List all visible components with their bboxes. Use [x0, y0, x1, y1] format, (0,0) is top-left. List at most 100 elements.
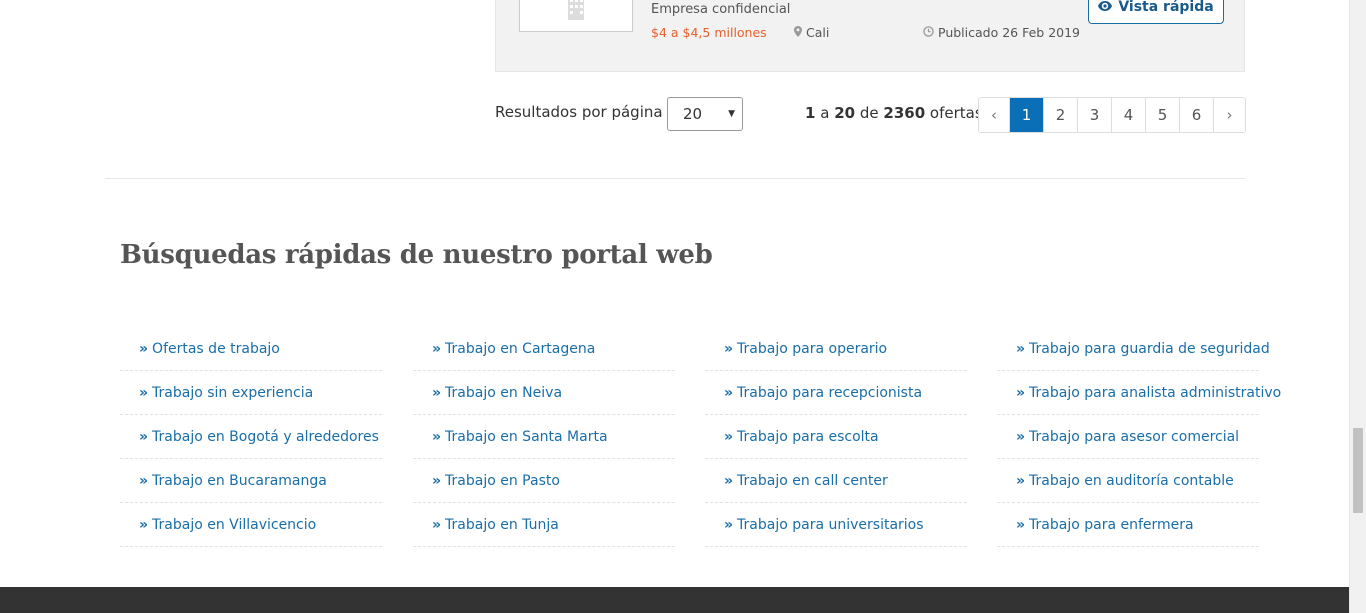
- quick-link[interactable]: » Trabajo para guardia de seguridad: [997, 327, 1270, 371]
- raquo-icon: »: [432, 516, 442, 533]
- quick-link-label: Trabajo para guardia de seguridad: [1029, 340, 1270, 357]
- location-label: Cali: [806, 25, 830, 40]
- per-page-label: Resultados por página: [495, 103, 663, 121]
- quick-link-label: Trabajo para enfermera: [1029, 516, 1194, 533]
- page-4-button[interactable]: 4: [1112, 98, 1146, 132]
- quick-link-label: Trabajo sin experiencia: [152, 384, 314, 401]
- caret-down-icon: ▼: [728, 109, 735, 119]
- quick-link[interactable]: » Trabajo sin experiencia: [120, 371, 382, 415]
- quick-link[interactable]: » Trabajo en Bucaramanga: [120, 459, 382, 503]
- building-icon: [560, 0, 592, 24]
- per-page-value: 20: [683, 105, 703, 123]
- page-3-button[interactable]: 3: [1078, 98, 1112, 132]
- scrollbar-thumb[interactable]: [1353, 428, 1363, 513]
- page-6-button[interactable]: 6: [1180, 98, 1214, 132]
- published-label: Publicado 26 Feb 2019: [938, 25, 1081, 40]
- raquo-icon: »: [1016, 428, 1026, 445]
- quick-link-label: Trabajo para escolta: [737, 428, 879, 445]
- quick-link[interactable]: » Trabajo para operario: [705, 327, 967, 371]
- job-card[interactable]: Empresa confidencial $4 a $4,5 millones …: [495, 0, 1245, 72]
- page-5-button[interactable]: 5: [1146, 98, 1180, 132]
- quick-link[interactable]: » Trabajo en Pasto: [413, 459, 675, 503]
- raquo-icon: »: [724, 384, 734, 401]
- prev-page-button[interactable]: ‹: [979, 98, 1010, 132]
- page-2-button[interactable]: 2: [1044, 98, 1078, 132]
- quick-links-column-2: » Trabajo en Cartagena » Trabajo en Neiva …: [413, 327, 675, 547]
- company-name: Empresa confidencial: [651, 2, 791, 17]
- quick-link-label: Trabajo en Tunja: [445, 516, 559, 533]
- raquo-icon: »: [724, 516, 734, 533]
- raquo-icon: »: [1016, 472, 1026, 489]
- raquo-icon: »: [1016, 516, 1026, 533]
- results-unit: ofertas: [929, 104, 983, 122]
- raquo-icon: »: [139, 428, 149, 445]
- quick-link[interactable]: » Ofertas de trabajo: [120, 327, 382, 371]
- quick-link-label: Trabajo para operario: [737, 340, 888, 357]
- quick-view-button[interactable]: Vista rápida: [1088, 0, 1224, 24]
- company-logo: [519, 0, 633, 32]
- raquo-icon: »: [724, 428, 734, 445]
- quick-link-label: Trabajo en Cartagena: [445, 340, 596, 357]
- quick-link[interactable]: » Trabajo para enfermera: [997, 503, 1259, 547]
- quick-link[interactable]: » Trabajo en Cartagena: [413, 327, 675, 371]
- raquo-icon: »: [1016, 340, 1026, 357]
- quick-link[interactable]: » Trabajo para analista administrativo: [997, 371, 1281, 415]
- raquo-icon: »: [432, 472, 442, 489]
- quick-link-label: Trabajo para asesor comercial: [1029, 428, 1240, 445]
- quick-link[interactable]: » Trabajo en Villavicencio: [120, 503, 382, 547]
- quick-link[interactable]: » Trabajo en Neiva: [413, 371, 675, 415]
- raquo-icon: »: [139, 340, 149, 357]
- raquo-icon: »: [432, 428, 442, 445]
- quick-link-label: Ofertas de trabajo: [152, 340, 280, 357]
- page-footer: [0, 587, 1349, 613]
- quick-link[interactable]: » Trabajo para asesor comercial: [997, 415, 1259, 459]
- results-sep2: de: [859, 104, 879, 122]
- raquo-icon: »: [724, 472, 734, 489]
- quick-links-column-3: » Trabajo para operario » Trabajo para rec…: [705, 327, 967, 547]
- next-page-button[interactable]: ›: [1214, 98, 1245, 132]
- results-total: 2360: [883, 104, 926, 122]
- raquo-icon: »: [139, 516, 149, 533]
- quick-link[interactable]: » Trabajo para recepcionista: [705, 371, 967, 415]
- vertical-scrollbar[interactable]: [1349, 0, 1366, 613]
- raquo-icon: »: [724, 340, 734, 357]
- quick-link[interactable]: » Trabajo en Bogotá y alrededores: [120, 415, 382, 459]
- published-date: Publicado 26 Feb 2019: [923, 25, 1080, 40]
- quick-link-label: Trabajo para universitarios: [737, 516, 924, 533]
- per-page-select[interactable]: 20 ▼: [667, 97, 743, 131]
- eye-icon: [1098, 0, 1113, 15]
- quick-link[interactable]: » Trabajo para universitarios: [705, 503, 967, 547]
- quick-links-column-1: » Ofertas de trabajo » Trabajo sin experie…: [120, 327, 382, 547]
- job-location: Cali: [794, 25, 829, 40]
- pagination: ‹ 1 2 3 4 5 6 ›: [978, 97, 1246, 133]
- raquo-icon: »: [1016, 384, 1026, 401]
- raquo-icon: »: [139, 384, 149, 401]
- salary: $4 a $4,5 millones: [651, 25, 767, 40]
- quick-link-label: Trabajo en Santa Marta: [445, 428, 608, 445]
- quick-link-label: Trabajo en Bogotá y alrededores: [152, 428, 379, 445]
- quick-link[interactable]: » Trabajo en Tunja: [413, 503, 675, 547]
- quick-link[interactable]: » Trabajo en call center: [705, 459, 967, 503]
- quick-link-label: Trabajo para recepcionista: [737, 384, 923, 401]
- quick-view-label: Vista rápida: [1118, 0, 1214, 15]
- quick-searches-title: Búsquedas rápidas de nuestro portal web: [120, 240, 713, 270]
- results-from: 1: [805, 104, 816, 122]
- raquo-icon: »: [139, 472, 149, 489]
- map-marker-icon: [794, 25, 802, 40]
- quick-link[interactable]: » Trabajo en auditoría contable: [997, 459, 1259, 503]
- results-to: 20: [834, 104, 856, 122]
- quick-link-label: Trabajo en call center: [737, 472, 888, 489]
- quick-link-label: Trabajo en Villavicencio: [152, 516, 317, 533]
- quick-links-column-4: » Trabajo para guardia de seguridad » Trab…: [997, 327, 1281, 547]
- quick-link[interactable]: » Trabajo en Santa Marta: [413, 415, 675, 459]
- quick-link-label: Trabajo en Bucaramanga: [152, 472, 327, 489]
- quick-link-label: Trabajo para analista administrativo: [1029, 384, 1282, 401]
- quick-link-label: Trabajo en Pasto: [445, 472, 560, 489]
- raquo-icon: »: [432, 340, 442, 357]
- results-sep1: a: [820, 104, 830, 122]
- quick-link-label: Trabajo en auditoría contable: [1029, 472, 1234, 489]
- page-1-button[interactable]: 1: [1010, 98, 1044, 132]
- raquo-icon: »: [432, 384, 442, 401]
- quick-link-label: Trabajo en Neiva: [445, 384, 563, 401]
- quick-link[interactable]: » Trabajo para escolta: [705, 415, 967, 459]
